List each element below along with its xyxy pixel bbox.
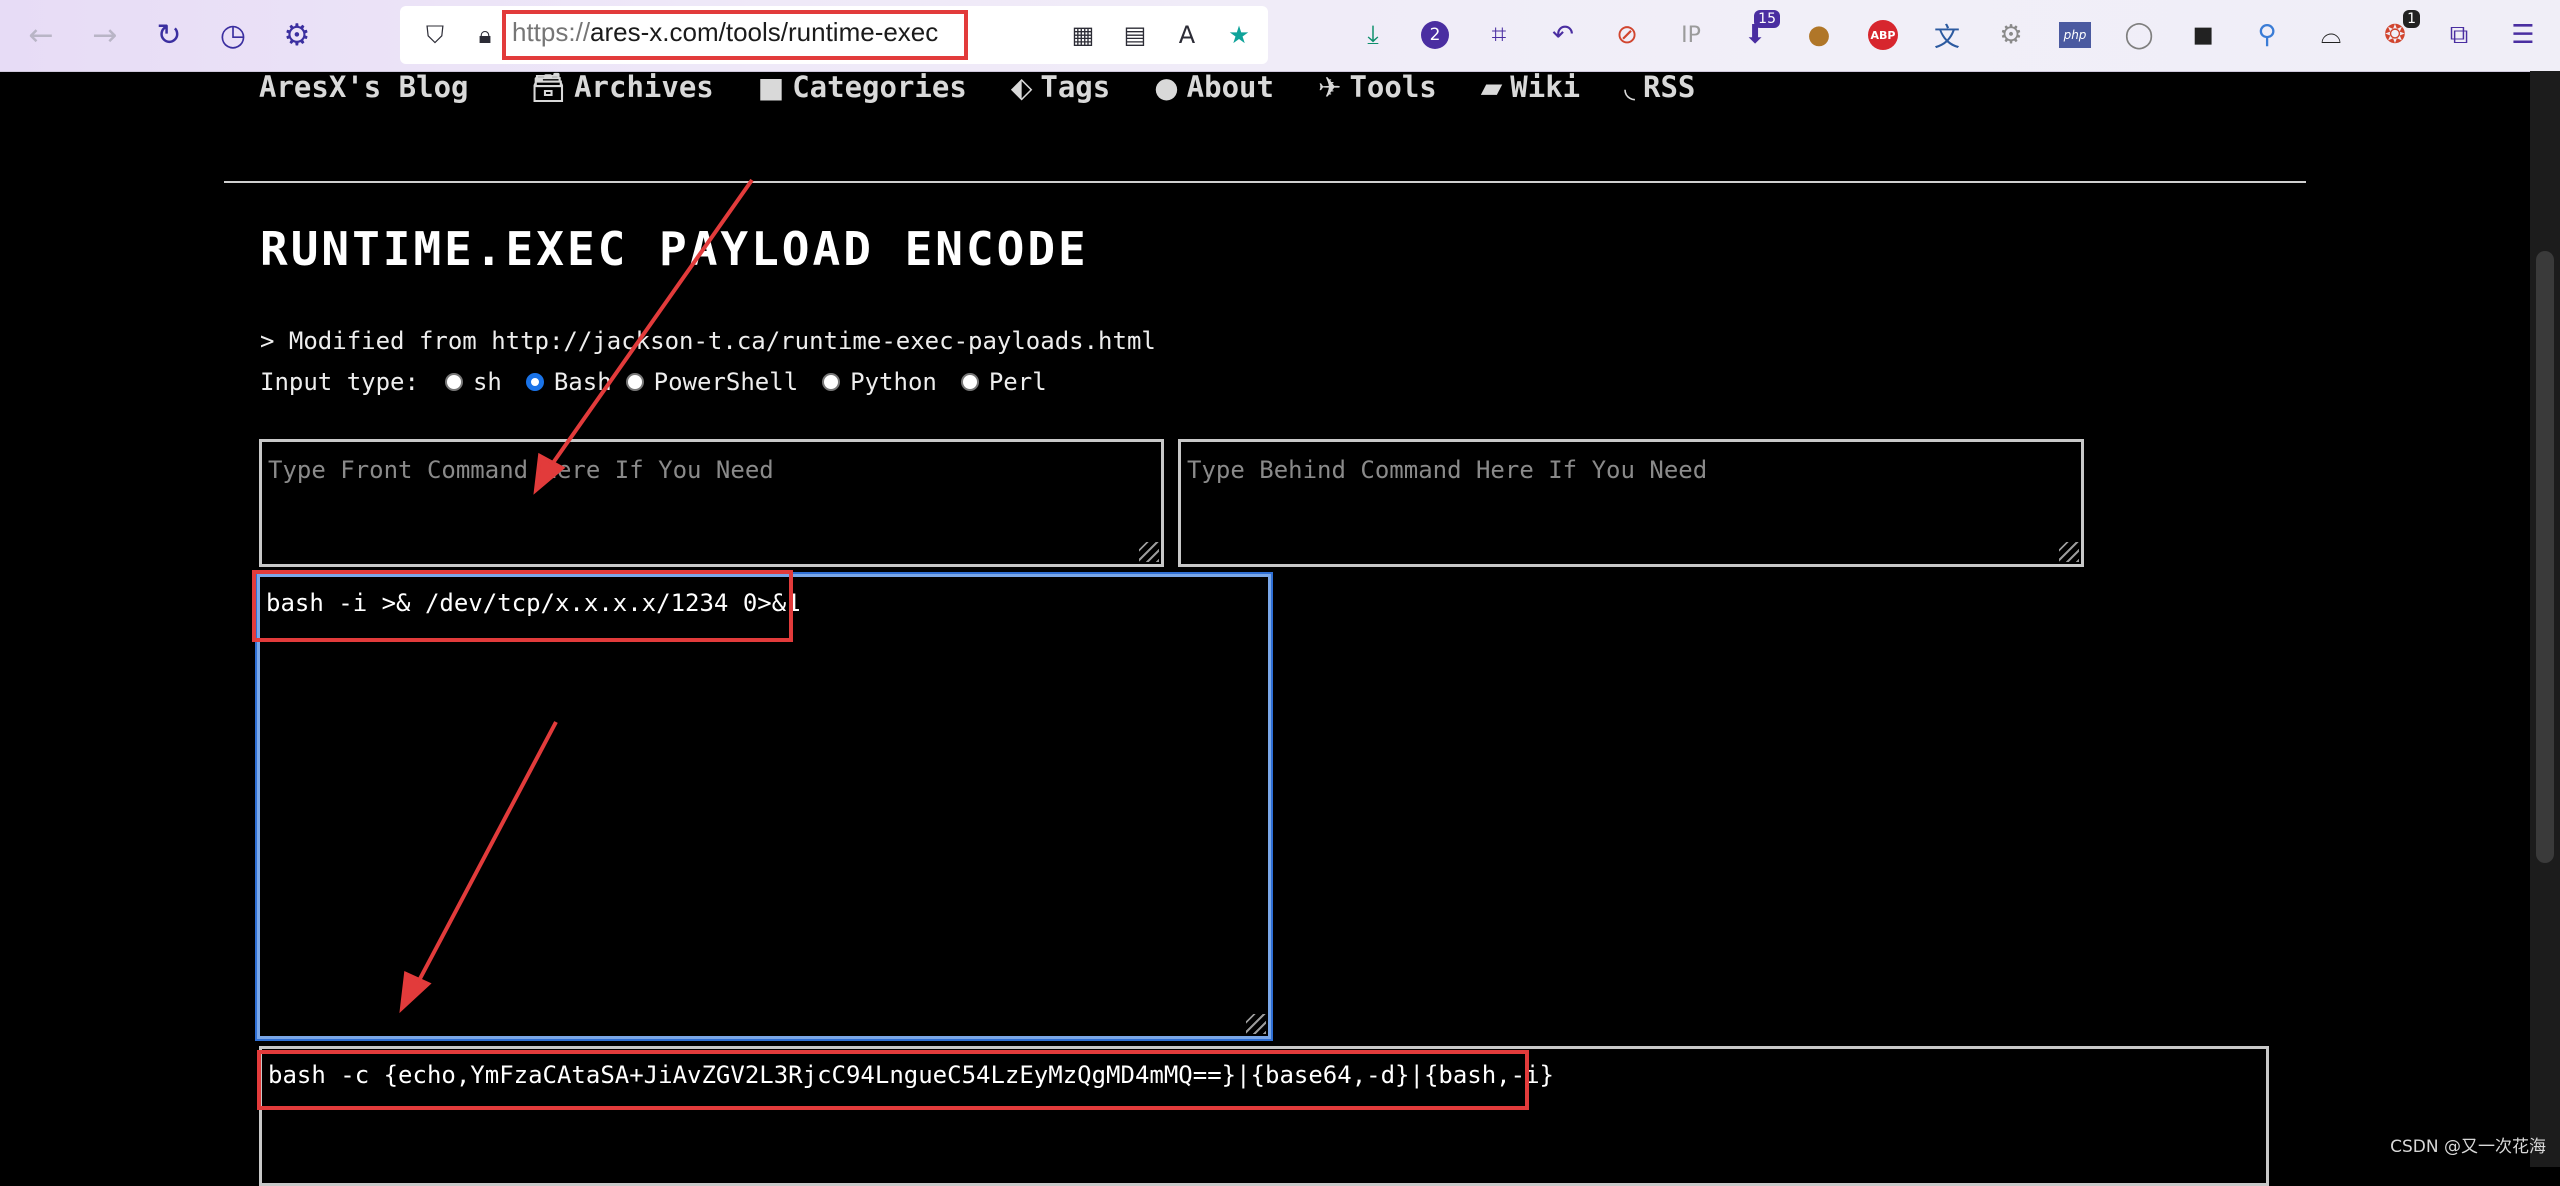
watermark: CSDN @又一次花海 [2390, 1137, 2546, 1157]
arrow-head-2 [399, 971, 432, 1014]
annotation-arrows [399, 178, 754, 1014]
arrow-head-1 [533, 452, 566, 495]
arrow-input-to-output [412, 721, 558, 991]
arrow-url-to-front [546, 178, 754, 472]
